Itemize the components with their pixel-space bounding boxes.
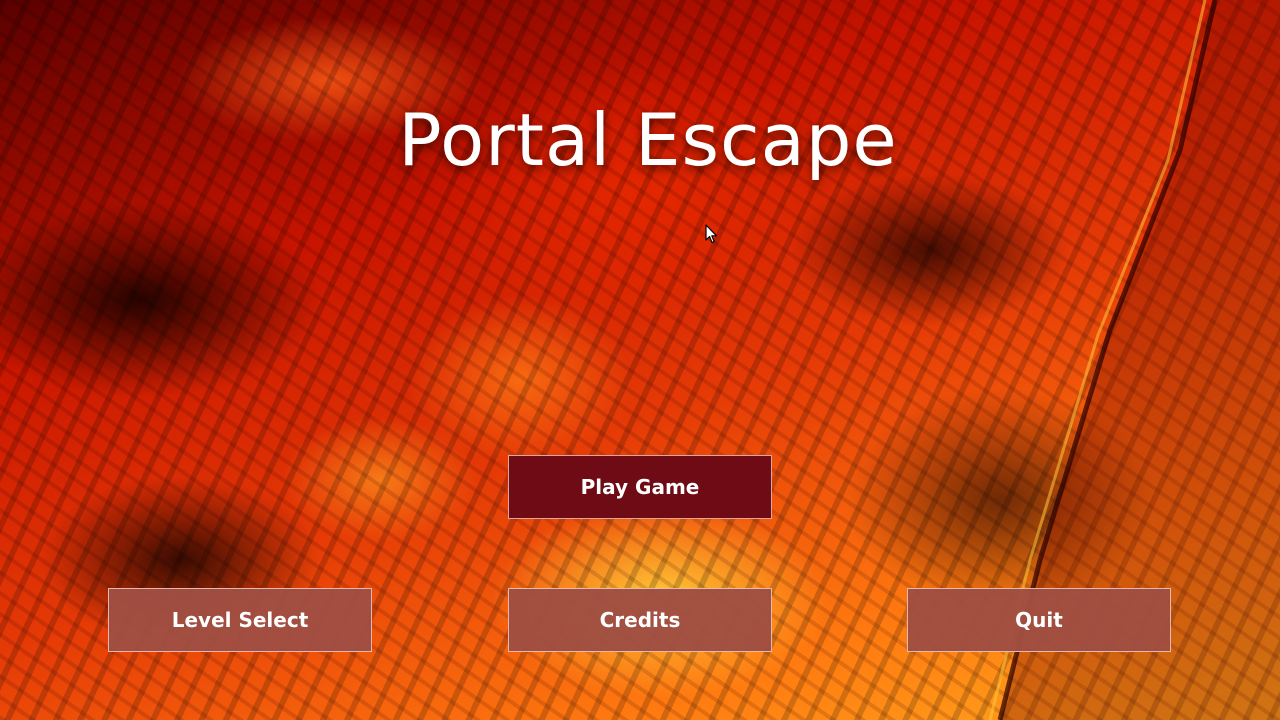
quit-button[interactable]: Quit: [907, 588, 1171, 652]
main-menu-screen: Portal Escape Play Game Level Select Cre…: [0, 0, 1280, 720]
game-title: Portal Escape: [398, 98, 898, 182]
play-game-button[interactable]: Play Game: [508, 455, 772, 519]
credits-button[interactable]: Credits: [508, 588, 772, 652]
mouse-pointer-icon: [705, 224, 718, 244]
level-select-button[interactable]: Level Select: [108, 588, 372, 652]
